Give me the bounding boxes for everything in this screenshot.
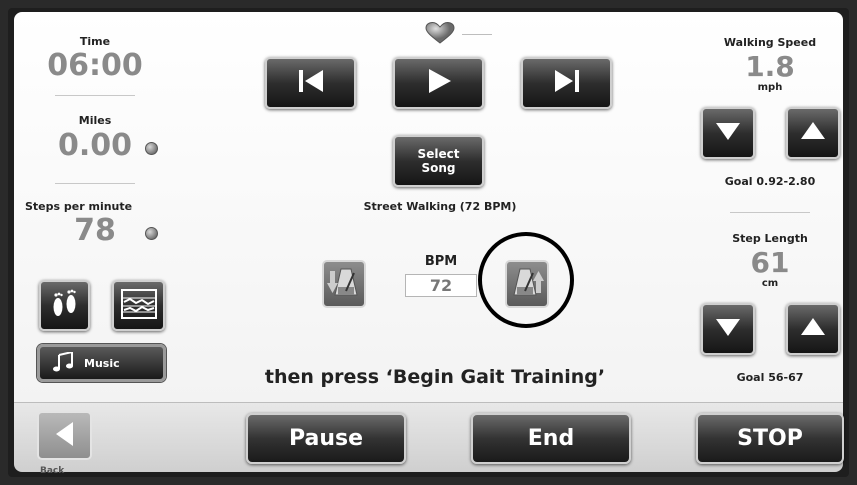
bpm-decrease-button[interactable] xyxy=(322,260,366,308)
divider xyxy=(730,212,810,213)
arrow-down-icon xyxy=(714,316,742,342)
music-label: Music xyxy=(84,356,120,370)
instruction-text: then press ‘Begin Gait Training’ xyxy=(264,366,606,388)
stop-button[interactable]: STOP xyxy=(696,413,844,464)
time-value: 06:00 xyxy=(47,48,143,83)
skip-previous-icon xyxy=(295,68,327,98)
time-label: Time xyxy=(79,35,111,48)
footprints-button[interactable] xyxy=(39,280,90,331)
walking-speed-label: Walking Speed xyxy=(723,36,817,49)
metronome-down-icon xyxy=(327,265,361,303)
step-decrease-button[interactable] xyxy=(701,303,755,355)
skip-next-icon xyxy=(551,68,583,98)
pause-button[interactable]: Pause xyxy=(246,413,406,464)
heart-rate-line xyxy=(462,34,492,35)
music-note-icon xyxy=(52,350,74,375)
select-song-label-2: Song xyxy=(421,161,456,175)
metronome-up-icon xyxy=(510,265,544,303)
arrow-up-icon xyxy=(799,120,827,146)
step-length-value: 61 xyxy=(750,246,790,279)
footprints-icon xyxy=(48,287,82,325)
song-name: Street Walking (72 BPM) xyxy=(363,200,517,213)
arrow-down-icon xyxy=(714,120,742,146)
bpm-value: 72 xyxy=(405,274,477,297)
bpm-label: BPM xyxy=(424,254,458,269)
step-length-unit: cm xyxy=(761,278,779,289)
back-arrow-icon xyxy=(53,419,77,453)
next-track-button[interactable] xyxy=(521,57,612,109)
bpm-increase-button[interactable] xyxy=(505,260,549,308)
miles-label: Miles xyxy=(78,114,112,127)
steps-indicator xyxy=(145,227,158,240)
speed-decrease-button[interactable] xyxy=(701,107,755,159)
miles-value: 0.00 xyxy=(57,128,133,163)
music-button[interactable]: Music xyxy=(37,344,166,382)
speed-increase-button[interactable] xyxy=(786,107,840,159)
back-button[interactable] xyxy=(37,411,92,460)
step-goal: Goal 56-67 xyxy=(736,371,804,384)
walking-speed-unit: mph xyxy=(757,82,783,93)
steps-per-minute-value: 78 xyxy=(74,213,116,248)
miles-indicator xyxy=(145,142,158,155)
divider xyxy=(55,95,135,96)
play-button[interactable] xyxy=(393,57,484,109)
end-button[interactable]: End xyxy=(471,413,631,464)
heart-icon xyxy=(425,21,455,44)
chart-button[interactable] xyxy=(112,280,165,331)
previous-track-button[interactable] xyxy=(265,57,356,109)
walking-speed-value: 1.8 xyxy=(745,50,795,83)
select-song-button[interactable]: Select Song xyxy=(393,135,484,187)
speed-goal: Goal 0.92-2.80 xyxy=(724,175,816,188)
steps-per-minute-label: Steps per minute xyxy=(25,200,133,213)
step-increase-button[interactable] xyxy=(786,303,840,355)
select-song-label-1: Select xyxy=(417,147,460,161)
arrow-up-icon xyxy=(799,316,827,342)
step-length-label: Step Length xyxy=(732,232,808,245)
divider xyxy=(55,183,135,184)
play-icon xyxy=(425,67,453,99)
back-label: Back xyxy=(40,466,65,476)
graph-icon xyxy=(120,288,158,324)
